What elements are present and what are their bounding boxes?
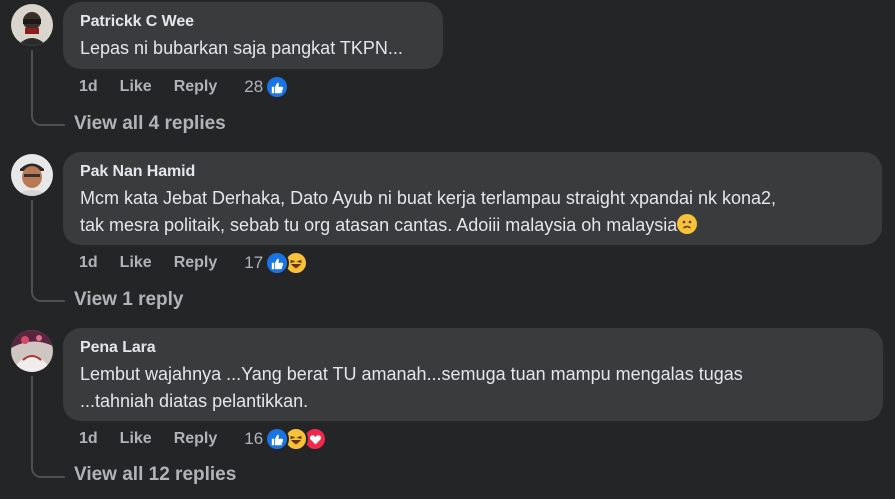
thumbs-up-icon: [265, 427, 290, 451]
comment-author[interactable]: Pak Nan Hamid: [80, 162, 865, 182]
comment-text-line-2: ...tahniah diatas pelantikkan.: [80, 391, 309, 411]
view-replies-link[interactable]: View all 4 replies: [74, 113, 226, 135]
comment-author[interactable]: Pena Lara: [80, 338, 866, 358]
thread-elbow: [31, 100, 65, 126]
reply-button[interactable]: Reply: [174, 78, 218, 96]
comment-timestamp[interactable]: 1d: [79, 430, 98, 448]
like-button[interactable]: Like: [120, 254, 152, 272]
avatar[interactable]: [11, 154, 53, 196]
reaction-icons[interactable]: [265, 427, 328, 451]
comment-actions: 1d Like Reply 28: [79, 75, 290, 99]
thread-line: [31, 376, 33, 464]
comment-text: Lepas ni bubarkan saja pangkat TKPN...: [80, 38, 403, 58]
sad-face-emoji: [677, 214, 698, 234]
thread-elbow: [31, 276, 65, 302]
comment-text-line-2-content: tak mesra politaik, sebab tu org atasan …: [80, 215, 678, 235]
reaction-count[interactable]: 17: [244, 253, 263, 273]
reaction-count[interactable]: 16: [244, 429, 263, 449]
thread-line: [31, 200, 33, 288]
comment-timestamp[interactable]: 1d: [79, 254, 98, 272]
reply-button[interactable]: Reply: [174, 254, 218, 272]
thread-elbow: [31, 452, 65, 478]
like-button[interactable]: Like: [120, 78, 152, 96]
reply-button[interactable]: Reply: [174, 430, 218, 448]
comment-bubble: Pena Lara Lembut wajahnya ...Yang berat …: [63, 328, 883, 421]
avatar[interactable]: [11, 330, 53, 372]
thumbs-up-icon: [265, 75, 290, 99]
comment-bubble: Pak Nan Hamid Mcm kata Jebat Derhaka, Da…: [63, 152, 882, 245]
view-replies-link[interactable]: View all 12 replies: [74, 464, 236, 486]
reaction-icons[interactable]: [265, 75, 290, 99]
reaction-count[interactable]: 28: [244, 77, 263, 97]
comment-text-line-1: Lembut wajahnya ...Yang berat TU amanah.…: [80, 364, 743, 384]
avatar[interactable]: [11, 4, 53, 46]
comment-bubble: Patrickk C Wee Lepas ni bubarkan saja pa…: [63, 2, 443, 69]
reaction-icons[interactable]: [265, 251, 309, 275]
comment-actions: 1d Like Reply 16: [79, 427, 328, 451]
view-replies-link[interactable]: View 1 reply: [74, 289, 184, 311]
like-button[interactable]: Like: [120, 430, 152, 448]
comment-text-line-1: Mcm kata Jebat Derhaka, Dato Ayub ni bua…: [80, 188, 777, 208]
thumbs-up-icon: [265, 251, 290, 275]
comment-author[interactable]: Patrickk C Wee: [80, 12, 426, 32]
comment-actions: 1d Like Reply 17: [79, 251, 309, 275]
comment-timestamp[interactable]: 1d: [79, 78, 98, 96]
comment-text-line-2: tak mesra politaik, sebab tu org atasan …: [80, 212, 865, 239]
